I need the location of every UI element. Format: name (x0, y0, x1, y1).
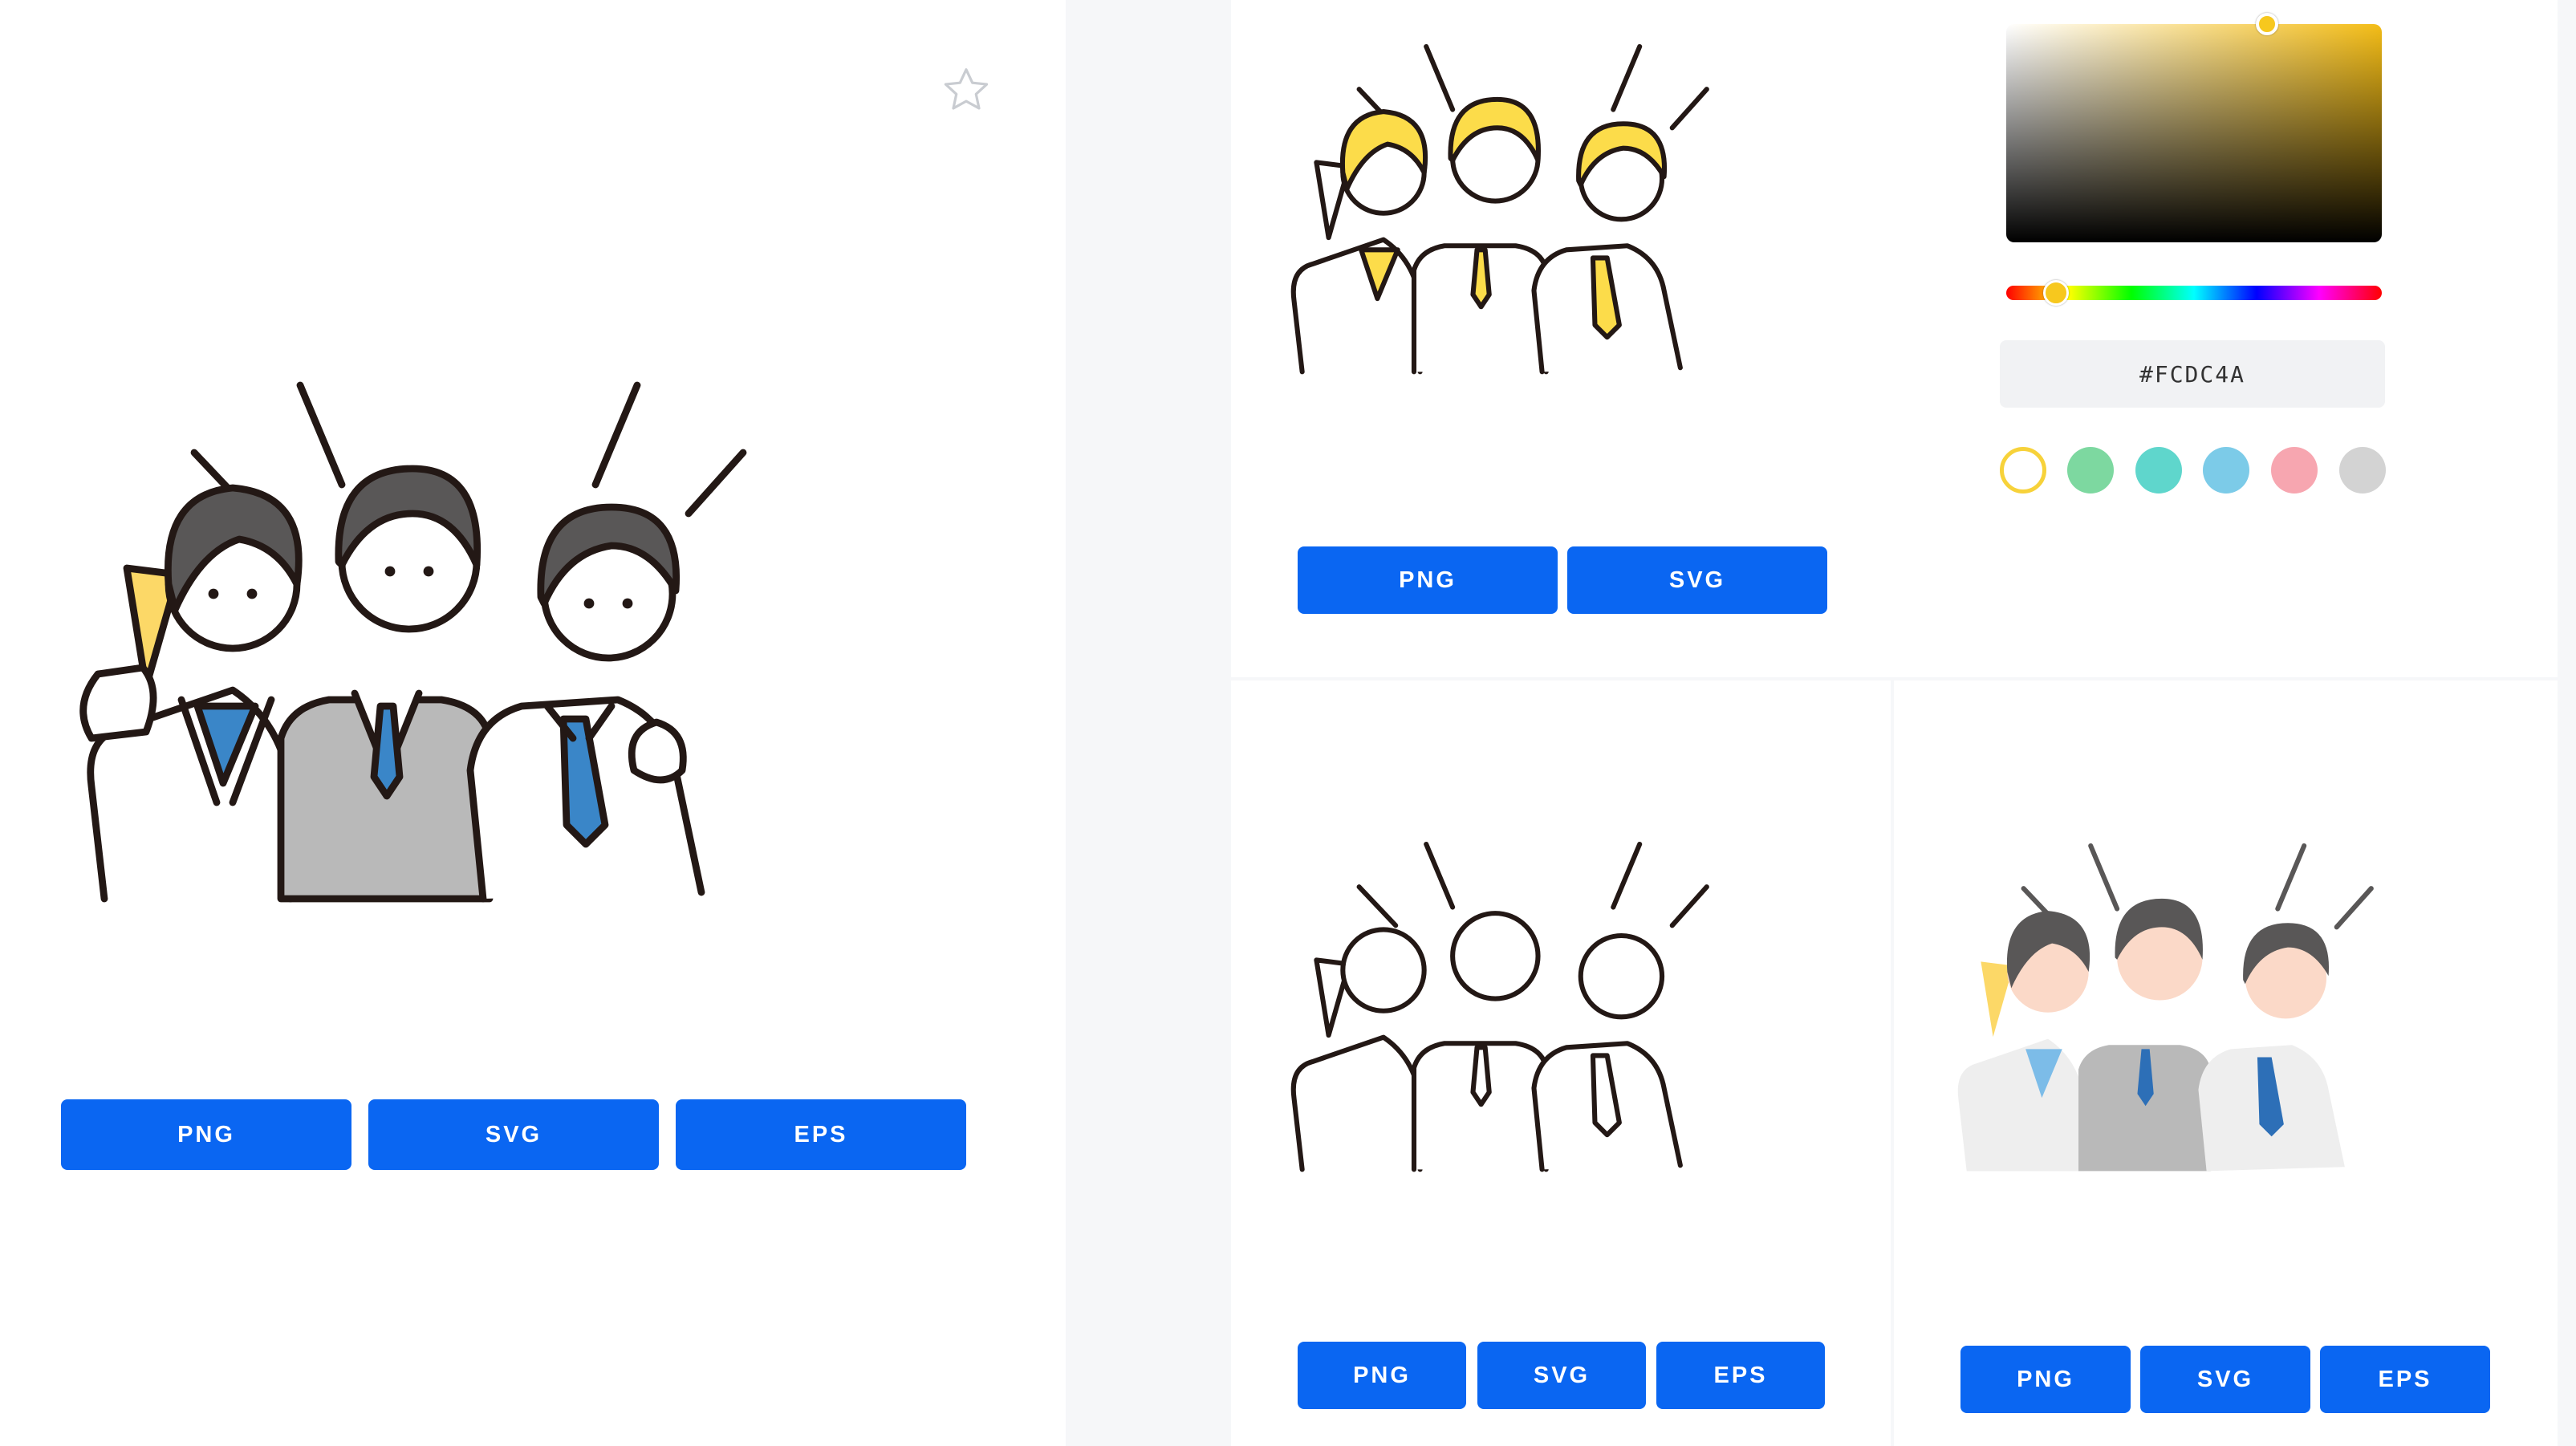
star-icon[interactable] (941, 64, 992, 116)
outline-eps-download-button[interactable]: EPS (1656, 1342, 1825, 1409)
hue-slider-handle[interactable] (2043, 280, 2069, 306)
swatch-green[interactable] (2067, 447, 2114, 494)
main-illustration-panel: PNG SVG EPS (0, 0, 1066, 1446)
swatch-teal[interactable] (2135, 447, 2182, 494)
colorize-png-download-button[interactable]: PNG (1298, 546, 1558, 614)
swatch-white[interactable] (2000, 447, 2046, 494)
saturation-value-picker[interactable] (2006, 24, 2382, 242)
flat-svg-download-button[interactable]: SVG (2140, 1346, 2310, 1413)
swatch-gray[interactable] (2339, 447, 2386, 494)
burst-line (685, 449, 747, 518)
main-svg-download-button[interactable]: SVG (368, 1099, 659, 1170)
burst-line (591, 381, 641, 489)
colorized-illustration (1290, 43, 1709, 375)
flat-png-download-button[interactable]: PNG (1960, 1346, 2131, 1413)
outline-svg-download-button[interactable]: SVG (1477, 1342, 1646, 1409)
swatch-light-blue[interactable] (2203, 447, 2249, 494)
main-eps-download-button[interactable]: EPS (676, 1099, 966, 1170)
saturation-value-handle[interactable] (2256, 13, 2278, 35)
swatch-pink[interactable] (2271, 447, 2318, 494)
colorize-svg-download-button[interactable]: SVG (1567, 546, 1827, 614)
flat-eps-download-button[interactable]: EPS (2320, 1346, 2490, 1413)
outline-png-download-button[interactable]: PNG (1298, 1342, 1466, 1409)
burst-line (296, 381, 346, 489)
main-png-download-button[interactable]: PNG (61, 1099, 351, 1170)
main-illustration (79, 381, 747, 903)
flat-color-illustration (1957, 843, 2374, 1172)
hex-color-input[interactable]: #FCDC4A (2000, 340, 2385, 408)
outline-illustration (1290, 841, 1709, 1172)
